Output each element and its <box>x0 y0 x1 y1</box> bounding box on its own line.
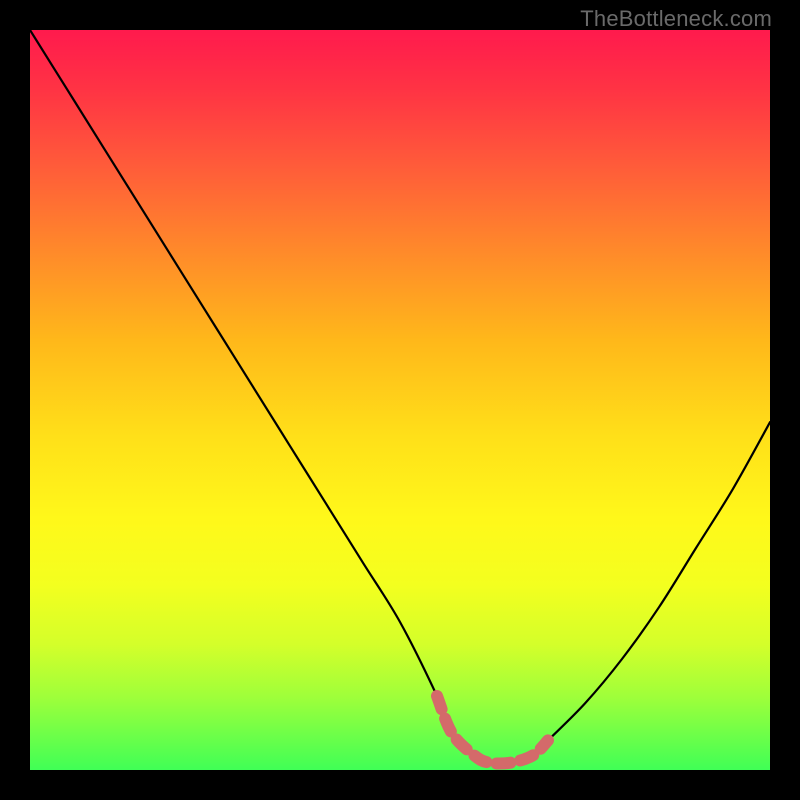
watermark-text: TheBottleneck.com <box>580 6 772 32</box>
bottleneck-curve-line <box>30 30 770 764</box>
chart-frame: TheBottleneck.com <box>0 0 800 800</box>
optimum-segment-line <box>437 696 548 764</box>
series-group <box>30 30 770 764</box>
chart-svg <box>30 30 770 770</box>
plot-area <box>30 30 770 770</box>
